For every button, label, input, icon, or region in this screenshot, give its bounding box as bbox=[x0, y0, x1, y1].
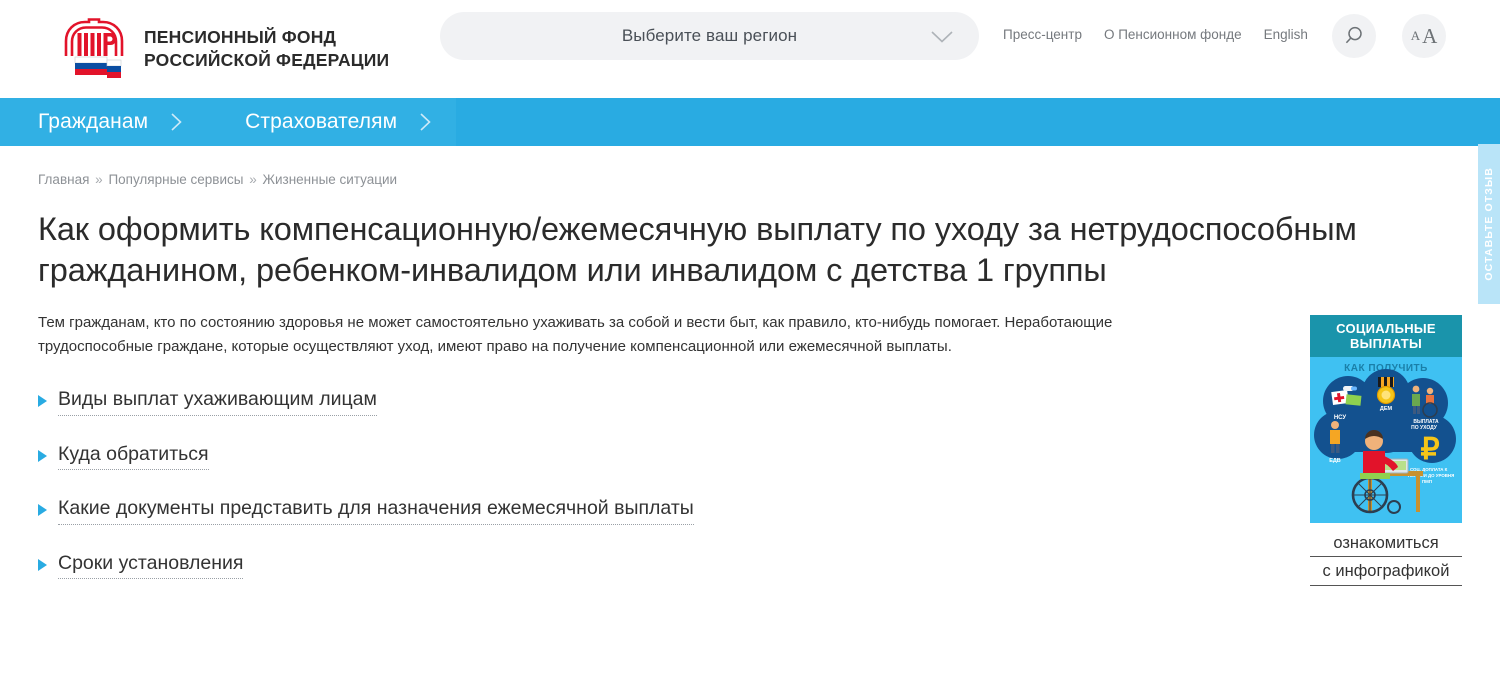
search-icon bbox=[1345, 26, 1362, 44]
chevron-down-icon bbox=[931, 31, 953, 43]
nsu-label: НСУ bbox=[1334, 415, 1347, 421]
feedback-tab[interactable]: ОСТАВЬТЕ ОТЗЫВ bbox=[1478, 144, 1500, 304]
nav-item-insurers[interactable]: Страхователям bbox=[207, 98, 457, 146]
ruble-icon: ₽ bbox=[1420, 433, 1439, 466]
chevron-right-icon bbox=[171, 113, 182, 131]
lead-paragraph: Тем гражданам, кто по состоянию здоровья… bbox=[38, 313, 1113, 356]
feedback-tab-label: ОСТАВЬТЕ ОТЗЫВ bbox=[1483, 167, 1495, 281]
triangle-right-icon bbox=[38, 558, 47, 571]
site-logo-link[interactable]: ПЕНСИОННЫЙ ФОНД РОССИЙСКОЙ ФЕДЕРАЦИИ bbox=[58, 16, 389, 82]
triangle-right-icon bbox=[38, 395, 47, 408]
header-links: Пресс-центр О Пенсионном фонде English bbox=[1003, 27, 1308, 42]
infographic-title: СОЦИАЛЬНЫЕ ВЫПЛАТЫ bbox=[1310, 314, 1462, 357]
brand-line-2: РОССИЙСКОЙ ФЕДЕРАЦИИ bbox=[144, 50, 390, 70]
breadcrumb-separator: » bbox=[95, 172, 103, 187]
list-item: Куда обратиться bbox=[38, 442, 1238, 471]
section-link-payment-types[interactable]: Виды выплат ухаживающим лицам bbox=[58, 387, 377, 416]
region-select[interactable]: Выберите ваш регион bbox=[440, 12, 979, 60]
breadcrumb: Главная » Популярные сервисы » Жизненные… bbox=[38, 172, 1500, 187]
page-content: Тем гражданам, кто по состоянию здоровья… bbox=[0, 311, 1500, 605]
infographic-card[interactable]: СОЦИАЛЬНЫЕ ВЫПЛАТЫ КАК ПОЛУЧИТЬ НСУ ДЕМ … bbox=[1310, 314, 1462, 523]
section-link-deadlines[interactable]: Сроки установления bbox=[58, 551, 244, 579]
supplement-label-3: ПМП bbox=[1422, 479, 1432, 484]
edv-label: ЕДВ bbox=[1329, 458, 1341, 464]
infographic-link-line-2[interactable]: с инфографикой bbox=[1310, 561, 1462, 586]
russian-flag-icon bbox=[74, 56, 122, 78]
breadcrumb-item-current: Жизненные ситуации bbox=[262, 172, 398, 187]
main-column: Тем гражданам, кто по состоянию здоровья… bbox=[38, 311, 1238, 605]
nav-item-citizens[interactable]: Гражданам bbox=[0, 98, 208, 146]
main-navigation: Гражданам Страхователям bbox=[0, 98, 1500, 146]
nav-item-citizens-label: Гражданам bbox=[38, 110, 149, 133]
triangle-right-icon bbox=[38, 449, 47, 462]
section-link-documents[interactable]: Какие документы представить для назначен… bbox=[58, 496, 694, 525]
font-size-large-label: A bbox=[1422, 23, 1438, 48]
infographic-link-line-1[interactable]: ознакомиться bbox=[1310, 533, 1462, 558]
region-select-value: Выберите ваш регион bbox=[621, 26, 798, 45]
section-link-list: Виды выплат ухаживающим лицам Куда обрат… bbox=[38, 387, 1238, 579]
pfr-emblem-icon bbox=[64, 18, 124, 78]
font-size-button[interactable]: A A bbox=[1402, 14, 1446, 58]
site-header: ПЕНСИОННЫЙ ФОНД РОССИЙСКОЙ ФЕДЕРАЦИИ Выб… bbox=[0, 0, 1500, 98]
infographic-caption: ознакомиться с инфографикой bbox=[1310, 533, 1462, 586]
nav-item-insurers-label: Страхователям bbox=[245, 110, 398, 133]
list-item: Сроки установления bbox=[38, 551, 1238, 579]
sidebar: СОЦИАЛЬНЫЕ ВЫПЛАТЫ КАК ПОЛУЧИТЬ НСУ ДЕМ … bbox=[1310, 314, 1462, 590]
section-link-where-to-apply[interactable]: Куда обратиться bbox=[58, 442, 209, 471]
brand-name: ПЕНСИОННЫЙ ФОНД РОССИЙСКОЙ ФЕДЕРАЦИИ bbox=[144, 26, 389, 72]
header-link-about[interactable]: О Пенсионном фонде bbox=[1104, 27, 1242, 42]
infographic-illustration: НСУ ДЕМ ВЫПЛАТА ПО УХОДУ ЕДВ ₽ СОЦ. ДОПЛ… bbox=[1314, 368, 1456, 514]
header-link-press[interactable]: Пресс-центр bbox=[1003, 27, 1082, 42]
breadcrumb-item-home[interactable]: Главная bbox=[38, 172, 89, 187]
care-label-2: ПО УХОДУ bbox=[1411, 425, 1438, 431]
infographic-title-line-2: ВЫПЛАТЫ bbox=[1349, 335, 1423, 351]
list-item: Виды выплат ухаживающим лицам bbox=[38, 387, 1238, 416]
infographic-title-line-1: СОЦИАЛЬНЫЕ bbox=[1336, 321, 1436, 337]
chevron-right-icon bbox=[420, 113, 431, 131]
dem-medal-icon bbox=[1376, 376, 1396, 404]
brand-line-1: ПЕНСИОННЫЙ ФОНД bbox=[144, 26, 337, 47]
triangle-right-icon bbox=[38, 504, 47, 517]
font-size-small-label: A bbox=[1410, 28, 1421, 43]
header-link-english[interactable]: English bbox=[1264, 27, 1308, 42]
search-button[interactable] bbox=[1332, 14, 1376, 58]
breadcrumb-separator: » bbox=[249, 172, 257, 187]
list-item: Какие документы представить для назначен… bbox=[38, 496, 1238, 525]
dem-label: ДЕМ bbox=[1380, 406, 1393, 412]
page-title: Как оформить компенсационную/ежемесячную… bbox=[38, 211, 1357, 288]
breadcrumb-item-services[interactable]: Популярные сервисы bbox=[108, 172, 243, 187]
